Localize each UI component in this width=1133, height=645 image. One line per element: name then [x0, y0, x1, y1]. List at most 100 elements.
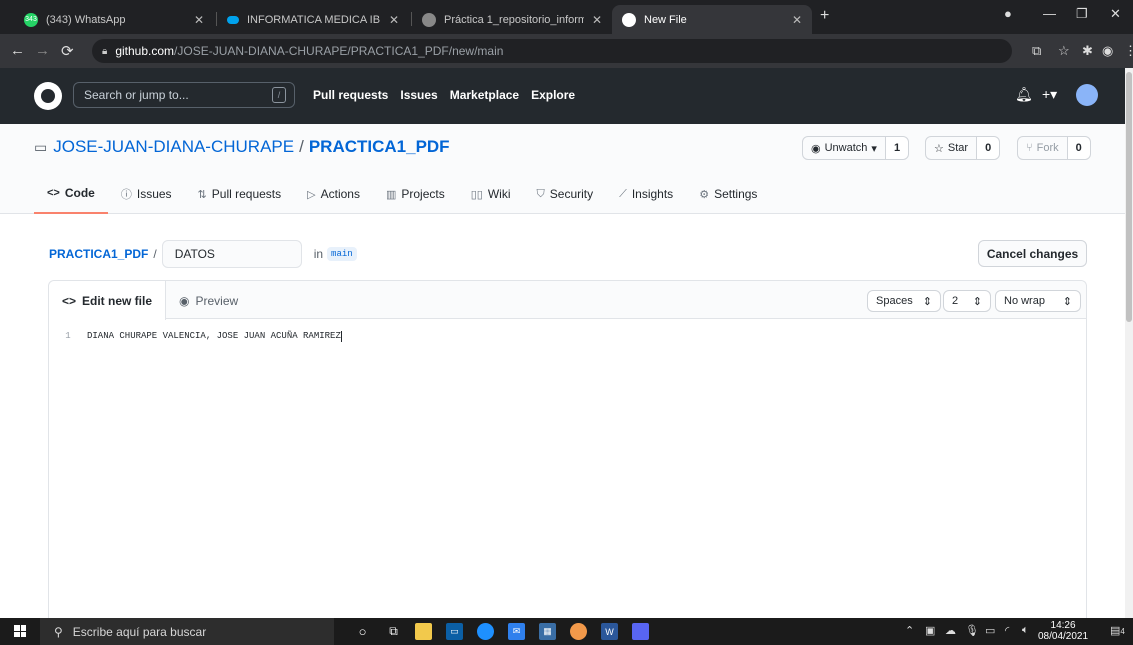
nav-explore[interactable]: Explore: [531, 88, 575, 102]
star-button[interactable]: ☆ Star 0: [925, 136, 1001, 160]
new-tab-icon[interactable]: +: [820, 7, 829, 25]
github-icon: [622, 12, 636, 27]
fork-button[interactable]: ⑂ Fork 0: [1017, 136, 1091, 160]
reload-icon[interactable]: ⟳: [61, 42, 74, 60]
star-bookmark-icon[interactable]: ☆: [1058, 43, 1070, 59]
select-arrows-icon: ⇕: [1062, 295, 1072, 308]
profile-icon[interactable]: ●: [1004, 6, 1012, 21]
github-logo-icon[interactable]: [34, 82, 62, 110]
onedrive-icon[interactable]: ☁: [945, 624, 956, 637]
wrap-mode-select[interactable]: No wrap ⇕: [995, 290, 1081, 312]
browser-tab-new-file[interactable]: New File ✕: [612, 5, 812, 34]
cancel-changes-button[interactable]: Cancel changes: [978, 240, 1087, 267]
wifi-icon[interactable]: ◜: [1005, 624, 1009, 637]
close-icon[interactable]: ✕: [194, 13, 204, 27]
filename-input[interactable]: DATOS: [161, 240, 302, 268]
notification-icon[interactable]: ▤4: [1110, 624, 1125, 637]
store-icon[interactable]: ▦: [539, 623, 556, 640]
tab-actions[interactable]: ▷ Actions: [294, 186, 373, 214]
minimize-icon[interactable]: —: [1043, 6, 1056, 21]
avatar[interactable]: [1076, 84, 1098, 106]
whatsapp-icon: 343: [24, 12, 38, 27]
browser-tab-practica[interactable]: Práctica 1_repositorio_informatic ✕: [412, 5, 612, 34]
tab-projects[interactable]: ▥ Projects: [373, 186, 458, 214]
tab-pull-requests[interactable]: ⇅ Pull requests: [185, 186, 295, 214]
tab-insights[interactable]: ⟋ Insights: [606, 186, 686, 214]
indent-size-select[interactable]: 2 ⇕: [943, 290, 991, 312]
file-explorer-icon[interactable]: [415, 623, 432, 640]
nav-issues[interactable]: Issues: [400, 88, 437, 102]
discord-icon[interactable]: [632, 623, 649, 640]
chevron-up-icon[interactable]: ⌃: [905, 624, 914, 637]
plus-dropdown-icon[interactable]: +▾: [1042, 86, 1057, 103]
word-icon[interactable]: W: [601, 623, 618, 640]
tab-label: Insights: [631, 187, 674, 201]
close-icon[interactable]: ✕: [592, 13, 602, 27]
tab-title: INFORMATICA MEDICA IBIO: MA: [247, 13, 381, 26]
page-scrollbar[interactable]: [1125, 68, 1133, 618]
nav-pull-requests[interactable]: Pull requests: [313, 88, 388, 102]
fork-count[interactable]: 0: [1066, 137, 1090, 159]
tab-title: New File: [644, 13, 687, 26]
nav-marketplace[interactable]: Marketplace: [450, 88, 519, 102]
forward-icon[interactable]: →: [35, 42, 50, 59]
mail-icon[interactable]: ✉: [508, 623, 525, 640]
tab-issues[interactable]: ⓘ Issues: [108, 186, 185, 214]
code-icon: <>: [47, 187, 60, 199]
indent-mode-select[interactable]: Spaces ⇕: [867, 290, 941, 312]
select-arrows-icon: ⇕: [972, 295, 982, 308]
bell-icon[interactable]: 🔔︎: [1015, 86, 1033, 103]
tab-label: Pull requests: [211, 187, 282, 201]
issue-icon: ⓘ: [120, 189, 132, 201]
url-host: github.com: [115, 44, 175, 58]
search-input[interactable]: Search or jump to... /: [73, 82, 295, 108]
battery-icon[interactable]: ▭: [985, 624, 995, 637]
restore-icon[interactable]: ❐: [1076, 6, 1088, 22]
close-window-icon[interactable]: ✕: [1110, 6, 1121, 22]
taskbar-search-input[interactable]: ⚲ Escribe aquí para buscar: [40, 618, 334, 645]
volume-icon[interactable]: 🔈︎: [1022, 624, 1029, 637]
browser-tab-strip: 343 (343) WhatsApp ✕ INFORMATICA MEDICA …: [0, 0, 1133, 34]
tab-preview[interactable]: ◉ Preview: [166, 281, 251, 320]
browser-toolbar: ← → ⟳ 🔒︎ github.com /JOSE-JUAN-DIANA-CHU…: [0, 34, 1133, 68]
close-icon[interactable]: ✕: [389, 13, 399, 27]
github-header: Search or jump to... / Pull requests Iss…: [0, 68, 1125, 124]
tab-code[interactable]: <> Code: [34, 186, 108, 214]
address-bar[interactable]: 🔒︎ github.com /JOSE-JUAN-DIANA-CHURAPE/P…: [92, 39, 1012, 63]
windows-start-icon[interactable]: [14, 625, 26, 637]
in-label: in: [313, 247, 324, 261]
close-icon[interactable]: ✕: [792, 13, 802, 27]
translate-icon[interactable]: ⧉: [1032, 43, 1041, 59]
repo-name-link[interactable]: PRACTICA1_PDF: [309, 137, 450, 157]
task-view-icon[interactable]: ⧉: [385, 623, 402, 640]
scrollbar-thumb[interactable]: [1126, 72, 1132, 322]
code-line[interactable]: 1 DIANA CHURAPE VALENCIA, JOSE JUAN ACUÑ…: [49, 331, 342, 342]
meet-now-icon[interactable]: ▣: [925, 624, 935, 637]
isis-app-icon[interactable]: ▭: [446, 623, 463, 640]
search-placeholder: Search or jump to...: [84, 88, 189, 102]
profile-avatar-icon[interactable]: ◉: [1102, 43, 1113, 59]
edge-icon[interactable]: [477, 623, 494, 640]
tab-edit-new-file[interactable]: <> Edit new file: [49, 281, 167, 320]
taskbar-search-placeholder: Escribe aquí para buscar: [72, 624, 207, 639]
star-count[interactable]: 0: [976, 137, 1000, 159]
tab-wiki[interactable]: ▯▯ Wiki: [458, 186, 524, 214]
watch-count[interactable]: 1: [884, 137, 909, 159]
branch-badge: main: [327, 247, 357, 261]
path-repo-link[interactable]: PRACTICA1_PDF: [49, 247, 148, 261]
line-number: 1: [65, 331, 71, 341]
cortana-icon[interactable]: ○: [354, 623, 371, 640]
extensions-icon[interactable]: ✱: [1082, 43, 1093, 59]
back-icon[interactable]: ←: [10, 42, 25, 59]
taskbar-clock[interactable]: 14:26 08/04/2021: [1038, 620, 1088, 642]
browser-tab-whatsapp[interactable]: 343 (343) WhatsApp ✕: [14, 5, 214, 34]
microphone-icon[interactable]: 🎙︎: [965, 624, 979, 637]
chrome-icon[interactable]: [570, 623, 587, 640]
shield-icon: ⛉: [536, 187, 545, 200]
unwatch-button[interactable]: ◉ Unwatch ▾ 1: [802, 136, 910, 160]
browser-tab-informatica[interactable]: INFORMATICA MEDICA IBIO: MA ✕: [217, 5, 409, 34]
tab-settings[interactable]: ⚙ Settings: [686, 186, 770, 214]
tab-security[interactable]: ⛉ Security: [524, 186, 607, 214]
menu-icon[interactable]: ⋮: [1124, 43, 1133, 59]
repo-owner-link[interactable]: JOSE-JUAN-DIANA-CHURAPE: [53, 137, 294, 157]
